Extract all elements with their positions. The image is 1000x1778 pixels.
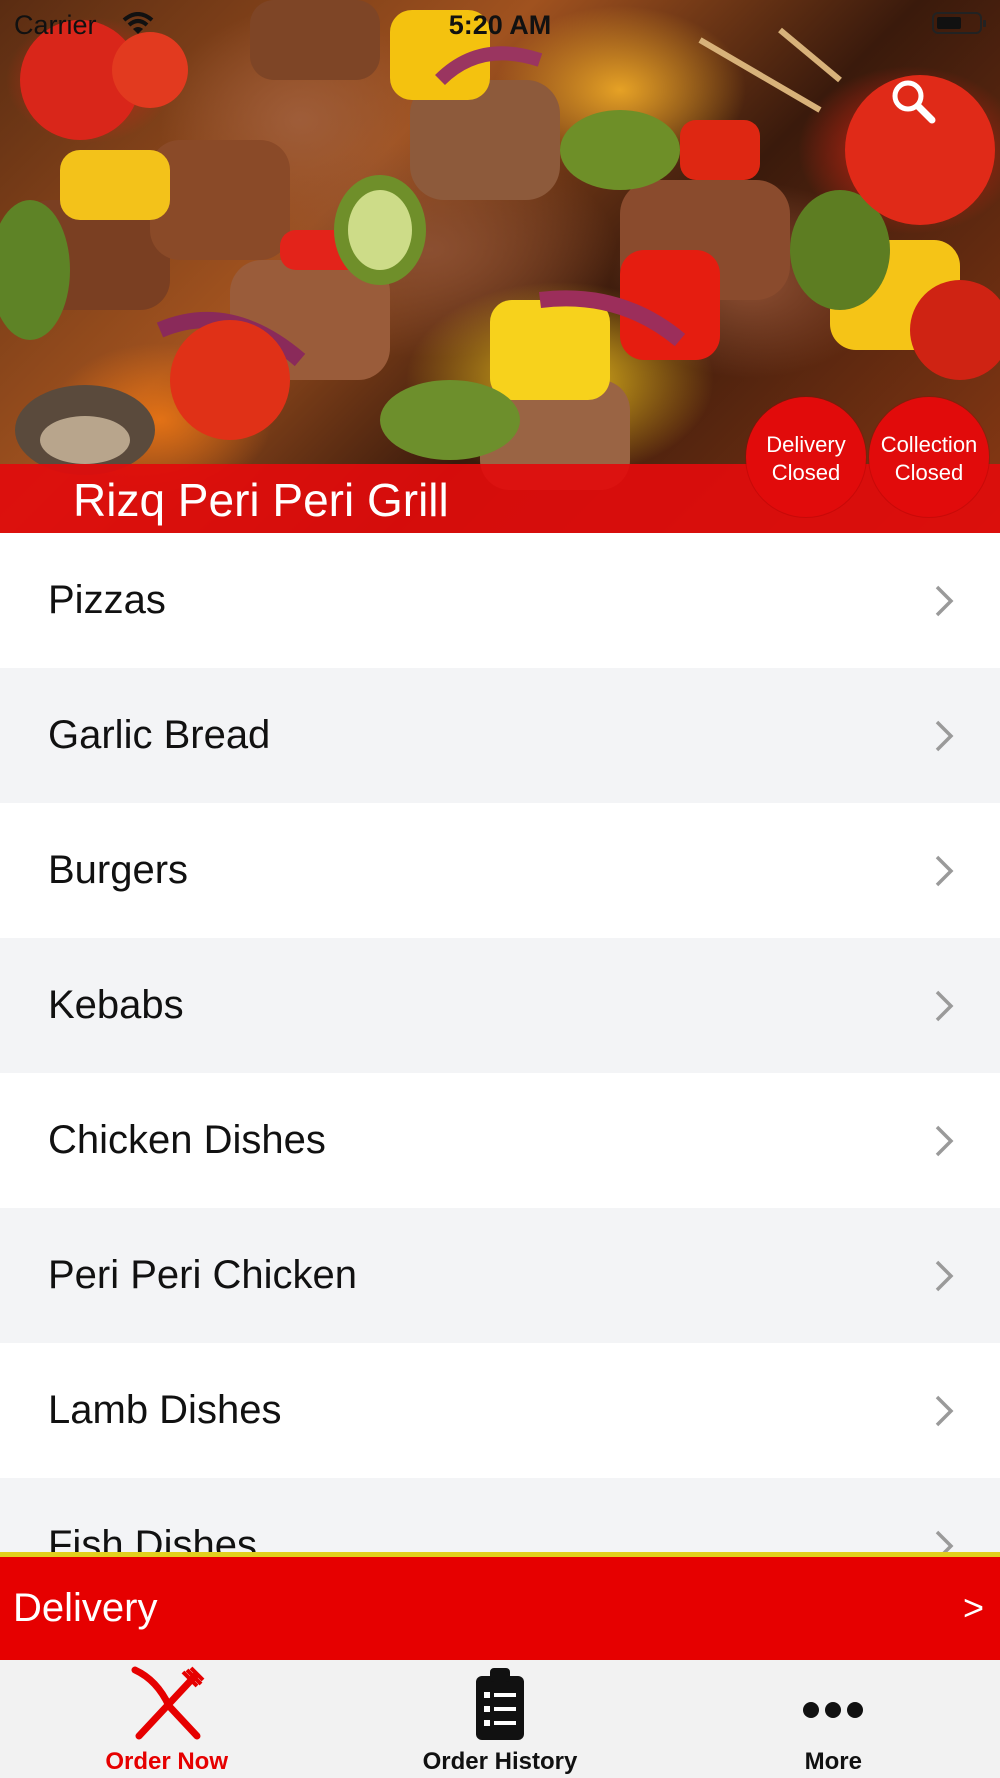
tab-order-now[interactable]: Order Now (0, 1660, 333, 1778)
menu-item-label: Garlic Bread (48, 713, 271, 757)
collection-status-badge: Collection Closed (869, 397, 989, 517)
tab-order-history[interactable]: Order History (333, 1660, 666, 1778)
tab-more[interactable]: More (667, 1660, 1000, 1778)
order-type-arrow: > (962, 1587, 984, 1628)
chevron-right-icon (935, 1395, 954, 1426)
menu-item-fish-dishes[interactable]: Fish Dishes (0, 1478, 1000, 1554)
chevron-right-icon (935, 1125, 954, 1156)
menu-item-burgers[interactable]: Burgers (0, 803, 1000, 938)
tab-label: Order Now (105, 1748, 228, 1775)
bottom-tab-bar: Order Now Order History More (0, 1660, 1000, 1778)
fork-knife-icon (131, 1666, 205, 1740)
delivery-status-label: Delivery (766, 432, 846, 457)
hero-banner: Carrier 5:20 AM Rizq Peri Peri Grill Del… (0, 0, 1000, 533)
battery-icon (932, 12, 986, 34)
delivery-status-badge: Delivery Closed (746, 397, 866, 517)
menu-item-lamb-dishes[interactable]: Lamb Dishes (0, 1343, 1000, 1478)
menu-item-label: Kebabs (48, 983, 184, 1027)
menu-category-list[interactable]: Pizzas Garlic Bread Burgers Kebabs Chick… (0, 533, 1000, 1554)
tab-label: More (804, 1748, 862, 1775)
menu-item-peri-peri-chicken[interactable]: Peri Peri Chicken (0, 1208, 1000, 1343)
collection-status-value: Closed (894, 460, 964, 485)
delivery-status-value: Closed (771, 460, 841, 485)
chevron-right-icon (935, 1530, 954, 1554)
chevron-right-icon (935, 990, 954, 1021)
menu-item-garlic-bread[interactable]: Garlic Bread (0, 668, 1000, 803)
chevron-right-icon (935, 585, 954, 616)
chevron-right-icon (935, 720, 954, 751)
menu-item-label: Lamb Dishes (48, 1388, 282, 1432)
chevron-right-icon (935, 1260, 954, 1291)
menu-item-label: Chicken Dishes (48, 1118, 326, 1162)
menu-item-label: Pizzas (48, 578, 166, 622)
chevron-right-icon (935, 855, 954, 886)
menu-item-pizzas[interactable]: Pizzas (0, 533, 1000, 668)
tab-label: Order History (422, 1748, 578, 1775)
menu-item-label: Burgers (48, 848, 189, 892)
menu-item-kebabs[interactable]: Kebabs (0, 938, 1000, 1073)
menu-item-label: Fish Dishes (48, 1523, 257, 1554)
status-time: 5:20 AM (448, 10, 552, 40)
menu-item-chicken-dishes[interactable]: Chicken Dishes (0, 1073, 1000, 1208)
order-type-button[interactable]: Delivery > (0, 1557, 1000, 1660)
collection-status-label: Collection (880, 432, 978, 457)
clipboard-list-icon (475, 1668, 524, 1740)
more-dots-icon (803, 1702, 864, 1718)
menu-item-label: Peri Peri Chicken (48, 1253, 358, 1297)
restaurant-name: Rizq Peri Peri Grill (73, 474, 449, 526)
search-icon[interactable] (888, 76, 938, 126)
order-type-label: Delivery (13, 1586, 158, 1630)
status-bar: Carrier 5:20 AM (0, 0, 1000, 50)
